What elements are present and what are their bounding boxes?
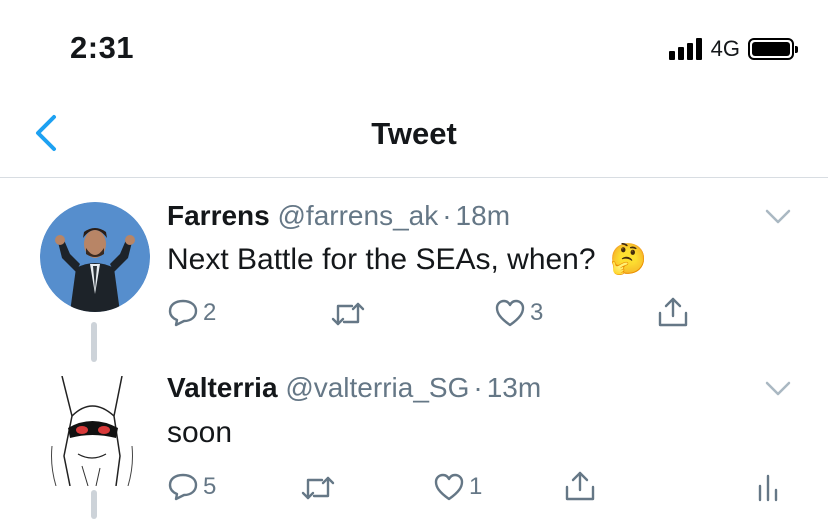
share-icon [565, 471, 595, 501]
tweet-header: Valterria @valterria_SG · 13m [167, 372, 541, 404]
reply-button[interactable]: 2 [167, 298, 216, 328]
author-handle[interactable]: @valterria_SG [285, 372, 469, 403]
avatar[interactable] [42, 376, 142, 486]
reply-icon [168, 299, 198, 327]
reply-count: 5 [203, 473, 217, 500]
reply-icon [168, 473, 198, 501]
retweet-button[interactable] [330, 300, 366, 328]
share-button[interactable] [656, 295, 690, 329]
heart-icon [495, 299, 525, 327]
nav-bar: Tweet [0, 100, 828, 178]
status-time: 2:31 [70, 30, 135, 65]
tweet-time[interactable]: 13m [487, 372, 541, 403]
analytics-icon [758, 474, 778, 502]
like-button[interactable]: 3 [494, 298, 543, 328]
tweet-text: soon [167, 416, 233, 449]
battery-icon [748, 38, 798, 60]
tweet-time[interactable]: 18m [456, 200, 510, 231]
status-bar: 2:31 4G [0, 0, 828, 100]
author-handle[interactable]: @farrens_ak [278, 200, 439, 231]
network-type: 4G [710, 36, 740, 61]
retweet-icon [301, 476, 335, 500]
page-title: Tweet [371, 116, 457, 151]
like-button[interactable]: 1 [433, 472, 482, 502]
share-icon [658, 297, 688, 327]
share-button[interactable] [563, 469, 597, 503]
retweet-button[interactable] [300, 474, 336, 502]
thread-connector [91, 490, 97, 519]
like-count: 3 [530, 299, 544, 326]
chevron-down-icon[interactable] [764, 380, 792, 398]
retweet-icon [331, 302, 365, 326]
tweet[interactable]: Farrens @farrens_ak · 18m Next Battle for … [0, 190, 828, 350]
tweet-text-content: Next Battle for the SEAs, when? [167, 243, 596, 276]
separator-dot: · [473, 372, 483, 403]
status-indicators: 4G [668, 36, 798, 62]
chevron-down-icon[interactable] [764, 208, 792, 226]
separator-dot: · [442, 200, 452, 231]
tweet[interactable]: Valterria @valterria_SG · 13m soon 5 1 [0, 364, 828, 519]
heart-icon [434, 473, 464, 501]
thread-connector [91, 322, 97, 362]
author-name[interactable]: Farrens [167, 200, 270, 231]
author-name[interactable]: Valterria [167, 372, 278, 403]
reply-button[interactable]: 5 [167, 472, 216, 502]
like-count: 1 [469, 473, 483, 500]
tweet-header: Farrens @farrens_ak · 18m [167, 200, 510, 232]
signal-icon [668, 38, 705, 60]
thinking-face-emoji: 🤔 [609, 243, 648, 276]
avatar[interactable] [40, 202, 150, 312]
reply-count: 2 [203, 299, 217, 326]
analytics-button[interactable] [756, 472, 780, 502]
tweet-text: Next Battle for the SEAs, when? 🤔 [167, 242, 647, 277]
